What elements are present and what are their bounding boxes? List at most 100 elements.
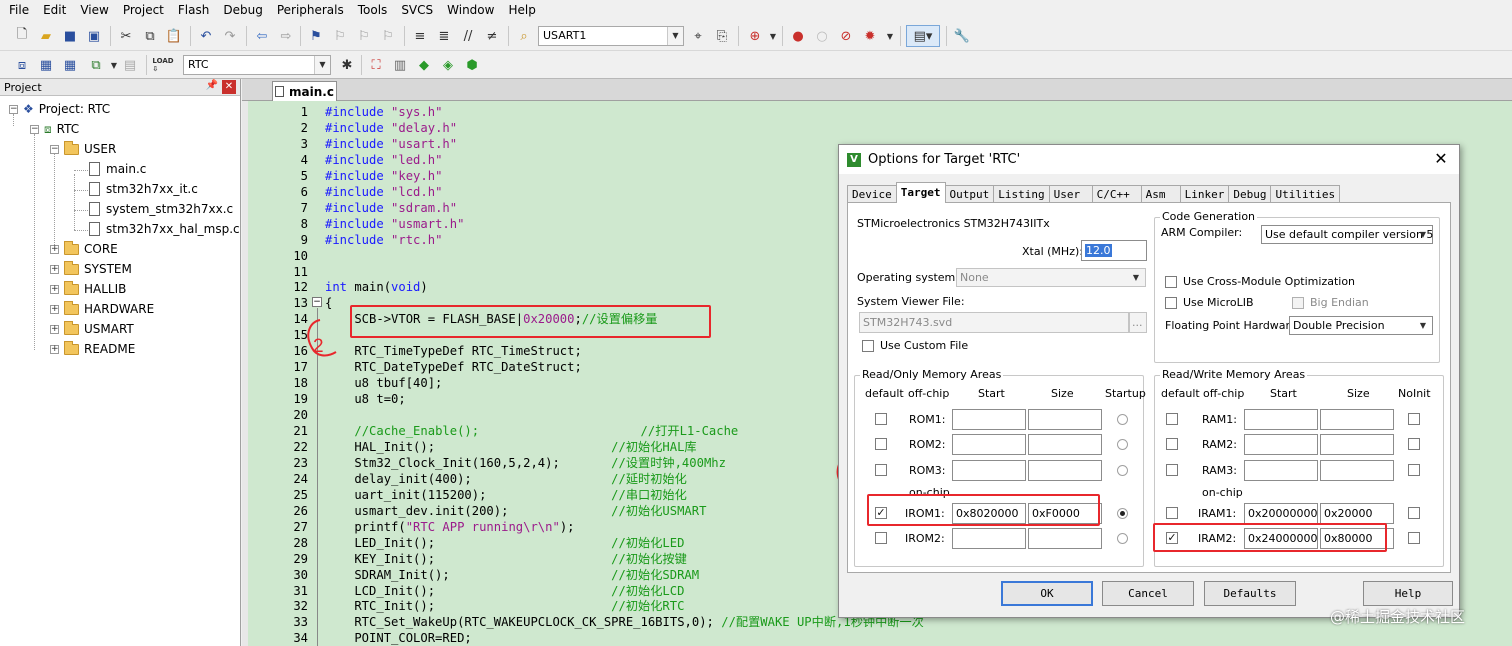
rom2-start-input[interactable] (952, 434, 1026, 455)
rom2-startup-radio[interactable] (1117, 439, 1128, 450)
irom2-start-input[interactable] (952, 528, 1026, 549)
ram2-size-input[interactable] (1320, 434, 1394, 455)
tab-debug[interactable]: Debug (1228, 185, 1272, 203)
close-icon[interactable]: ✕ (222, 80, 236, 94)
collapse-icon[interactable]: − (30, 124, 39, 134)
tree-item-file[interactable]: stm32h7xx_it.c (89, 179, 198, 199)
collapse-icon[interactable]: − (9, 104, 18, 114)
ram1-start-input[interactable] (1244, 409, 1318, 430)
new-file-icon[interactable]: 🗋 (12, 26, 32, 46)
fold-toggle-icon[interactable]: − (312, 297, 322, 307)
big-endian-checkbox[interactable] (1292, 297, 1304, 309)
iram1-default-checkbox[interactable] (1166, 507, 1178, 519)
expand-icon[interactable]: + (50, 244, 59, 254)
find-in-files-icon[interactable]: ⌕ (514, 26, 534, 46)
rom3-default-checkbox[interactable] (875, 464, 887, 476)
cancel-button[interactable]: Cancel (1102, 581, 1194, 606)
expand-icon[interactable]: + (50, 304, 59, 314)
menu-debug[interactable]: Debug (216, 0, 269, 21)
expand-icon[interactable]: + (50, 264, 59, 274)
iram1-start-input[interactable]: 0x20000000 (1244, 503, 1318, 524)
pack-installer-icon[interactable]: ◆ (414, 55, 434, 75)
run-time-environment-icon[interactable]: ◈ (438, 55, 458, 75)
bookmark-clear-icon[interactable]: ⚐ (378, 26, 398, 46)
ram3-size-input[interactable] (1320, 460, 1394, 481)
defaults-button[interactable]: Defaults (1204, 581, 1296, 606)
build-icon[interactable]: ▦ (36, 55, 56, 75)
cut-icon[interactable]: ✂ (116, 26, 136, 46)
ram3-start-input[interactable] (1244, 460, 1318, 481)
collapse-icon[interactable]: − (50, 144, 59, 154)
tree-item-target[interactable]: − ⧈ RTC (30, 119, 79, 139)
expand-icon[interactable]: + (50, 324, 59, 334)
irom2-default-checkbox[interactable] (875, 532, 887, 544)
ram2-noinit-checkbox[interactable] (1408, 438, 1420, 450)
rom2-default-checkbox[interactable] (875, 438, 887, 450)
load-download-icon[interactable]: LOAD ⇩ (152, 53, 174, 77)
tree-item-group-hardware[interactable]: + HARDWARE (50, 299, 154, 319)
tab-output[interactable]: Output (944, 185, 995, 203)
rom1-startup-radio[interactable] (1117, 414, 1128, 425)
nav-forward-icon[interactable]: ⇨ (276, 26, 296, 46)
breakpoints-kill-all-icon[interactable]: ✹ (860, 26, 880, 46)
incremental-find-icon[interactable]: ⎘ (712, 26, 732, 46)
ram2-start-input[interactable] (1244, 434, 1318, 455)
irom1-start-input[interactable]: 0x8020000 (952, 503, 1026, 524)
rom1-size-input[interactable] (1028, 409, 1102, 430)
bookmark-next-icon[interactable]: ⚐ (354, 26, 374, 46)
tab-target[interactable]: Target (895, 182, 946, 203)
use-custom-file-checkbox[interactable] (862, 340, 874, 352)
batch-build-icon[interactable]: ⧉ (86, 55, 106, 75)
rom2-size-input[interactable] (1028, 434, 1102, 455)
tab-linker[interactable]: Linker (1179, 185, 1230, 203)
find-combo[interactable]: USART1 ▼ (538, 26, 684, 46)
tree-item-group-hallib[interactable]: + HALLIB (50, 279, 126, 299)
stop-build-icon[interactable]: ▤ (120, 55, 140, 75)
tab-listing[interactable]: Listing (993, 185, 1050, 203)
tab-cpp[interactable]: C/C++ (1091, 185, 1142, 203)
redo-icon[interactable]: ↷ (220, 26, 240, 46)
iram1-noinit-checkbox[interactable] (1408, 507, 1420, 519)
code-line[interactable]: 2 #include "delay.h" (248, 120, 1512, 136)
expand-icon[interactable]: + (50, 284, 59, 294)
tree-item-group-readme[interactable]: + README (50, 339, 135, 359)
find-icon[interactable]: ⌖ (688, 26, 708, 46)
tab-utilities[interactable]: Utilities (1270, 185, 1341, 203)
rom1-default-checkbox[interactable] (875, 413, 887, 425)
menu-tools[interactable]: Tools (351, 0, 395, 21)
code-line[interactable]: 1 #include "sys.h" (248, 104, 1512, 120)
tree-item-file[interactable]: stm32h7xx_hal_msp.c (89, 219, 240, 239)
undo-icon[interactable]: ↶ (196, 26, 216, 46)
tree-item-project[interactable]: − ❖ Project: RTC (9, 99, 110, 119)
ram1-noinit-checkbox[interactable] (1408, 413, 1420, 425)
irom2-startup-radio[interactable] (1117, 533, 1128, 544)
unindent-icon[interactable]: ≣ (434, 26, 454, 46)
close-icon[interactable]: ✕ (1431, 149, 1451, 168)
breakpoint-icon[interactable]: ● (788, 26, 808, 46)
ram2-default-checkbox[interactable] (1166, 438, 1178, 450)
help-button[interactable]: Help (1363, 581, 1453, 606)
chevron-down-icon[interactable]: ▼ (763, 26, 783, 46)
code-line[interactable]: 34 POINT_COLOR=RED; (248, 630, 1512, 646)
ram3-default-checkbox[interactable] (1166, 464, 1178, 476)
rebuild-icon[interactable]: ▦ (60, 55, 80, 75)
paste-icon[interactable]: 📋 (164, 26, 184, 46)
tree-item-group-usmart[interactable]: + USMART (50, 319, 134, 339)
ram3-noinit-checkbox[interactable] (1408, 464, 1420, 476)
rom1-start-input[interactable] (952, 409, 1026, 430)
arm-compiler-select[interactable]: Use default compiler version 5 ▼ (1261, 225, 1433, 244)
ram1-size-input[interactable] (1320, 409, 1394, 430)
select-packs-icon[interactable]: ▥ (390, 55, 410, 75)
copy-icon[interactable]: ⧉ (140, 26, 160, 46)
breakpoint-disable-icon[interactable]: ○ (812, 26, 832, 46)
rom3-startup-radio[interactable] (1117, 465, 1128, 476)
bookmark-prev-icon[interactable]: ⚐ (330, 26, 350, 46)
pin-icon[interactable]: 📌 (206, 80, 218, 91)
irom1-startup-radio[interactable] (1117, 508, 1128, 519)
tab-main-c[interactable]: main.c (272, 81, 337, 101)
comment-icon[interactable]: // (458, 26, 478, 46)
tab-asm[interactable]: Asm (1140, 185, 1181, 203)
indent-icon[interactable]: ≡ (410, 26, 430, 46)
iram1-size-input[interactable]: 0x20000 (1320, 503, 1394, 524)
build-target-select[interactable]: RTC ▼ (183, 55, 331, 75)
